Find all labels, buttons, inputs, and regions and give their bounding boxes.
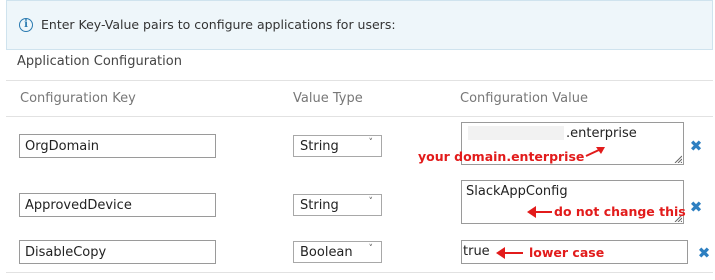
config-value-text: true bbox=[463, 244, 490, 259]
remove-row-icon[interactable]: ✖ bbox=[688, 199, 704, 215]
divider bbox=[6, 116, 713, 117]
remove-row-icon[interactable]: ✖ bbox=[696, 245, 712, 261]
config-key-input[interactable]: ApprovedDevice bbox=[19, 193, 216, 217]
resize-grip-icon[interactable] bbox=[674, 155, 682, 163]
chevron-down-icon: ˅ bbox=[368, 197, 374, 207]
value-type-select[interactable]: String ˅ bbox=[293, 135, 382, 157]
divider bbox=[6, 80, 713, 81]
remove-row-icon[interactable]: ✖ bbox=[688, 138, 704, 154]
config-value-text: SlackAppConfig bbox=[466, 184, 568, 199]
annotation-arrow-icon bbox=[496, 247, 523, 259]
column-header-type: Value Type bbox=[293, 91, 363, 106]
annotation-text: lower case bbox=[529, 245, 605, 260]
column-header-key: Configuration Key bbox=[20, 91, 136, 106]
info-icon: i bbox=[19, 18, 33, 32]
config-key-input[interactable]: OrgDomain bbox=[19, 134, 216, 158]
redacted-region bbox=[468, 126, 564, 140]
chevron-down-icon: ˅ bbox=[368, 138, 374, 148]
value-type-selected: String bbox=[300, 198, 339, 213]
value-type-selected: String bbox=[300, 139, 339, 154]
config-key-input[interactable]: DisableCopy bbox=[19, 240, 216, 264]
config-value-text: .enterprise bbox=[566, 126, 637, 141]
divider bbox=[6, 272, 713, 273]
annotation-text: your domain.enterprise bbox=[418, 149, 585, 164]
annotation-arrow-icon bbox=[585, 147, 605, 157]
annotation-arrow-icon bbox=[527, 206, 552, 218]
value-type-selected: Boolean bbox=[300, 245, 353, 260]
annotation-text: do not change this bbox=[554, 204, 686, 219]
column-header-value: Configuration Value bbox=[460, 91, 588, 106]
section-title: Application Configuration bbox=[17, 54, 182, 69]
value-type-select[interactable]: String ˅ bbox=[293, 194, 382, 216]
info-text: Enter Key-Value pairs to configure appli… bbox=[41, 17, 396, 32]
info-banner: i Enter Key-Value pairs to configure app… bbox=[6, 0, 713, 50]
chevron-down-icon: ˅ bbox=[368, 244, 374, 254]
value-type-select[interactable]: Boolean ˅ bbox=[293, 241, 382, 263]
